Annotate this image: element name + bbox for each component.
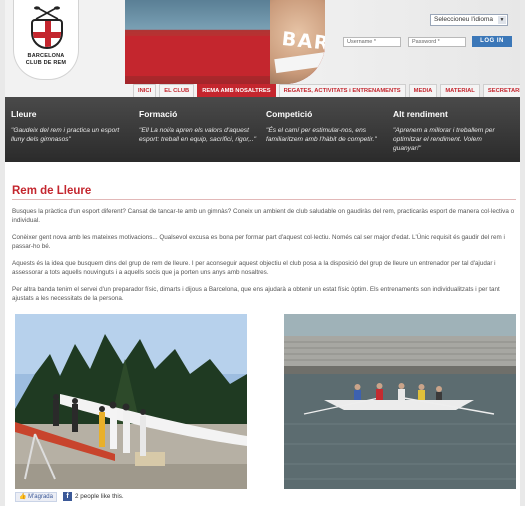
chevron-down-icon: ▼ (498, 16, 506, 24)
category-quote: "És el camí per estimular-nos, ens famil… (266, 127, 377, 143)
language-select-value: Seleccioneu l'idioma (434, 16, 494, 23)
page-title: Rem de Lleure (12, 185, 92, 197)
nav-item-inici[interactable]: INICI (133, 84, 157, 97)
facebook-icon: f (63, 492, 72, 501)
category-lleure[interactable]: Lleure "Gaudeix del rem i practica un es… (11, 109, 129, 144)
article-paragraph: Aquests és la idea que busquem dins del … (12, 260, 496, 276)
crossed-oars-icon (34, 6, 60, 20)
category-alt-rendiment[interactable]: Alt rendiment "Aprenem a millorar i treb… (393, 109, 511, 153)
article-paragraph: Per altra banda tenim el servei d'un pre… (12, 286, 500, 302)
club-logo[interactable]: BARCELONA CLUB DE REM (13, 0, 79, 80)
article-paragraph: Conèixer gent nova amb les mateixes moti… (12, 234, 505, 250)
page: BARCELONA BARCELONA CLUB DE REM Seleccio… (5, 0, 520, 506)
logo-text-line-1: BARCELONA (27, 53, 65, 59)
photo-rowing-boat-on-water[interactable] (284, 314, 516, 489)
hero-banner-image: BARCELONA (125, 0, 325, 84)
language-select[interactable]: Seleccioneu l'idioma ▼ (430, 14, 508, 26)
login-button[interactable]: LOG IN (472, 36, 512, 47)
article-paragraph: Busques la pràctica d'un esport diferent… (12, 208, 515, 224)
category-title: Competició (266, 109, 313, 119)
categories-band: Lleure "Gaudeix del rem i practica un es… (5, 97, 520, 162)
photo-rowers-carrying-boat[interactable] (15, 314, 247, 489)
category-title: Lleure (11, 109, 37, 119)
username-input[interactable]: Username * (343, 37, 401, 47)
category-competicio[interactable]: Competició "És el camí per estimular-nos… (266, 109, 384, 144)
category-title: Alt rendiment (393, 109, 448, 119)
logo-text: BARCELONA CLUB DE REM (14, 53, 78, 67)
article-header: Rem de Lleure (12, 185, 516, 197)
like-button[interactable]: 👍 M'agrada (15, 492, 57, 502)
nav-item-el-club[interactable]: EL CLUB (159, 84, 195, 97)
category-formacio[interactable]: Formació "Ell La noi/a apren els valors … (139, 109, 257, 144)
title-divider (12, 199, 516, 200)
password-input[interactable]: Password * (408, 37, 466, 47)
nav-item-material[interactable]: MATERIAL (440, 84, 480, 97)
nav-item-regates[interactable]: REGATES, ACTIVITATS i ENTRENAMENTS (278, 84, 406, 97)
nav-item-secretaria[interactable]: SECRETARIA (482, 84, 520, 97)
logo-text-line-2: CLUB DE REM (25, 60, 67, 66)
nav-item-rema-amb-nosaltres[interactable]: REMA AMB NOSALTRES (197, 84, 276, 97)
thumbs-up-icon: 👍 (19, 494, 27, 500)
nav-item-media[interactable]: MEDIA (408, 84, 438, 97)
like-count: 2 people like this. (75, 493, 124, 500)
category-quote: "Ell La noi/a apren els valors d'aquest … (139, 127, 257, 143)
category-quote: "Gaudeix del rem i practica un esport ll… (11, 127, 120, 143)
main-nav: INICI EL CLUB REMA AMB NOSALTRES REGATES… (133, 84, 520, 97)
category-quote: "Aprenem a millorar i treballem per opti… (393, 127, 495, 152)
header: BARCELONA BARCELONA CLUB DE REM Seleccio… (5, 0, 520, 97)
category-title: Formació (139, 109, 178, 119)
like-button-label: M'agrada (28, 494, 53, 500)
cross-shield-icon (31, 19, 63, 49)
